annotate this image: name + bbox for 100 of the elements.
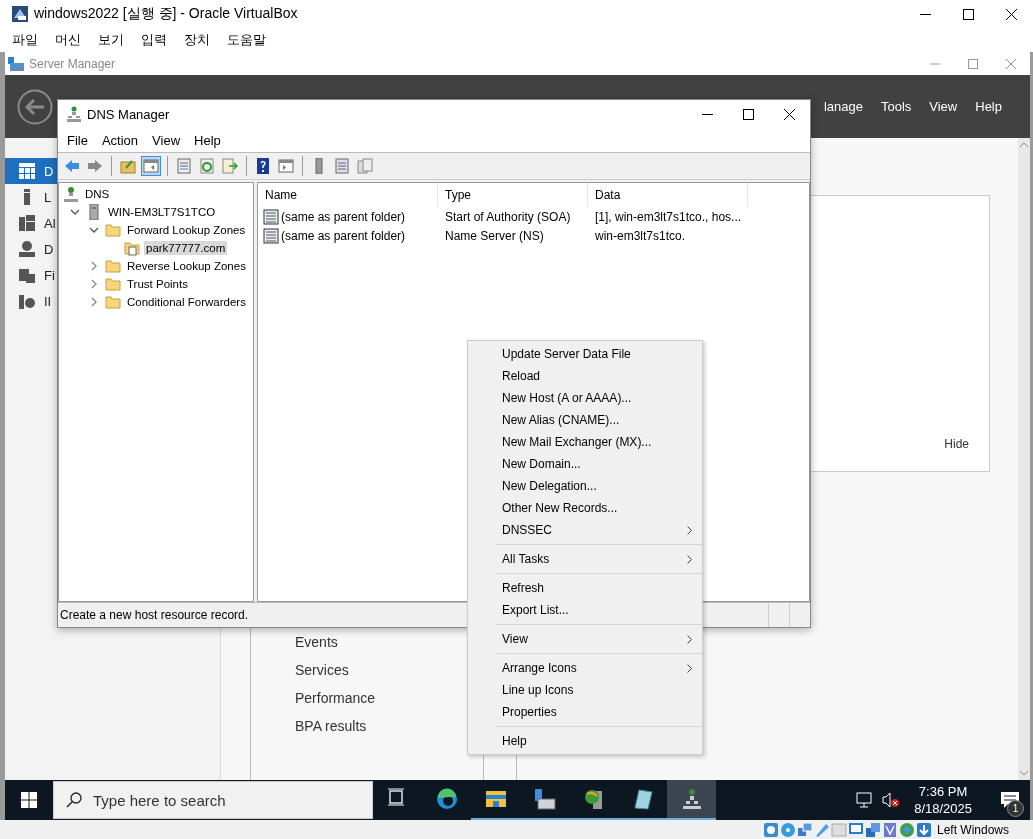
menu-item[interactable]: 입력 xyxy=(141,31,167,49)
menu-item[interactable]: View xyxy=(152,132,181,148)
nav-item[interactable]: D xyxy=(5,236,57,262)
table-cell-text: Name Server (NS) xyxy=(444,228,545,243)
menu-item[interactable]: Help xyxy=(194,132,221,148)
hide-button[interactable]: Hide xyxy=(944,437,969,451)
window-title: Server Manager xyxy=(29,56,116,71)
notification-badge: 1 xyxy=(1007,800,1024,817)
header-menu-item[interactable]: View xyxy=(929,99,958,114)
muted-speaker-icon[interactable] xyxy=(882,792,901,808)
menu-item[interactable]: Reload xyxy=(468,365,702,387)
header-menu-item[interactable]: Tools xyxy=(880,99,912,114)
menu-item[interactable]: File xyxy=(67,132,88,148)
nav-item[interactable]: D xyxy=(5,158,57,184)
menu-item[interactable]: Export List... xyxy=(468,599,702,621)
tile-link[interactable]: Services xyxy=(295,662,376,680)
nav-item[interactable]: II xyxy=(5,288,57,314)
globe-server-icon xyxy=(582,788,605,810)
scrollbar[interactable] xyxy=(1018,138,1030,780)
tile-link[interactable]: Events xyxy=(295,634,376,652)
menu-item[interactable]: 머신 xyxy=(55,31,81,49)
taskbar-button[interactable] xyxy=(667,780,716,820)
nav-item[interactable]: Al xyxy=(5,210,57,236)
column-header[interactable]: Data xyxy=(588,183,748,207)
folder-icon xyxy=(484,788,507,810)
menu-item[interactable]: DNSSEC xyxy=(468,519,702,541)
search-icon xyxy=(66,792,82,808)
menu-item[interactable]: New Alias (CNAME)... xyxy=(468,409,702,431)
tree-item[interactable]: Conditional Forwarders xyxy=(125,295,248,309)
maximize-button[interactable] xyxy=(963,8,974,20)
folder-icon xyxy=(105,276,121,292)
tree-item[interactable]: DNS xyxy=(83,187,112,201)
windows-stack-icon[interactable] xyxy=(864,821,881,838)
folder-icon xyxy=(105,294,121,310)
menu-item[interactable]: Line up Icons xyxy=(468,679,702,701)
header-menu-item[interactable]: lanage xyxy=(823,99,863,114)
table-cell-text: Start of Authority (SOA) xyxy=(444,209,572,224)
header-menu-item[interactable]: Help xyxy=(975,99,1002,114)
menu-item[interactable]: Other New Records... xyxy=(468,497,702,519)
chevron-down-icon[interactable] xyxy=(89,227,99,233)
menu-item[interactable]: New Host (A or AAAA)... xyxy=(468,387,702,409)
menu-item[interactable]: 장치 xyxy=(184,31,210,49)
tile-link[interactable]: Performance xyxy=(295,690,376,708)
back-button[interactable] xyxy=(17,88,53,125)
nav-item[interactable]: Fi xyxy=(5,262,57,288)
maximize-button[interactable] xyxy=(743,108,754,120)
chevron-right-icon[interactable] xyxy=(91,297,97,307)
menu-item[interactable]: Action xyxy=(101,132,139,148)
nav-item[interactable]: L xyxy=(5,184,57,210)
tree-item[interactable]: Reverse Lookup Zones xyxy=(125,259,248,273)
clock-date[interactable]: 8/18/2025 xyxy=(914,800,972,817)
all-icon xyxy=(19,215,35,231)
recording-icon[interactable] xyxy=(881,821,898,838)
menu-item[interactable]: Arrange Icons xyxy=(468,657,702,679)
dns-icon xyxy=(19,241,35,257)
tree-item[interactable]: park77777.com xyxy=(144,241,228,255)
optical-disc-icon[interactable] xyxy=(779,821,796,838)
network-tree-icon xyxy=(67,106,81,122)
menu-item[interactable]: Update Server Data File xyxy=(468,343,702,365)
tree-item[interactable]: Trust Points xyxy=(125,277,190,291)
browser-icon xyxy=(435,788,458,810)
keyboard-capture-icon[interactable] xyxy=(915,821,932,838)
menu-item[interactable]: 파일 xyxy=(12,31,38,49)
network-tree-icon xyxy=(680,788,703,810)
forward-arrow-icon xyxy=(87,158,103,174)
close-button[interactable] xyxy=(784,108,795,120)
scroll-down-icon xyxy=(1020,771,1028,776)
menu-item[interactable]: New Mail Exchanger (MX)... xyxy=(468,431,702,453)
search-field[interactable]: Type here to search xyxy=(53,781,373,819)
close-button[interactable] xyxy=(1006,8,1017,20)
tree-item[interactable]: Forward Lookup Zones xyxy=(125,223,248,237)
column-header[interactable]: Name xyxy=(258,183,438,207)
chevron-right-icon[interactable] xyxy=(91,261,97,271)
network-icon[interactable] xyxy=(856,792,875,808)
menu-item[interactable]: New Delegation... xyxy=(468,475,702,497)
menu-item[interactable]: Refresh xyxy=(468,577,702,599)
clock-time[interactable]: 7:36 PM xyxy=(918,783,968,800)
network-adapter-icon[interactable] xyxy=(796,821,813,838)
folder-icon xyxy=(105,222,121,238)
chevron-right-icon[interactable] xyxy=(91,279,97,289)
menu-item[interactable]: 보기 xyxy=(98,31,124,49)
properties-icon xyxy=(176,158,192,174)
export-list-icon xyxy=(222,158,238,174)
tree-item[interactable]: WIN-EM3LT7S1TCO xyxy=(106,205,218,219)
notepad-icon xyxy=(631,788,654,810)
chevron-down-icon[interactable] xyxy=(70,209,80,215)
menu-item[interactable]: All Tasks xyxy=(468,548,702,570)
column-header[interactable]: Type xyxy=(438,183,588,207)
tile-link[interactable]: BPA results xyxy=(295,718,376,736)
table-cell: (same as parent folder) xyxy=(281,209,406,224)
menu-item[interactable]: Properties xyxy=(468,701,702,723)
cpu-icon[interactable] xyxy=(898,821,915,838)
refresh-icon xyxy=(199,158,215,174)
menu-item[interactable]: New Domain... xyxy=(468,453,702,475)
status-text: Create a new host resource record. xyxy=(60,608,249,622)
menu-item[interactable]: 도움말 xyxy=(227,31,266,49)
menu-item[interactable]: Help xyxy=(468,730,702,752)
menu-item[interactable]: View xyxy=(468,628,702,650)
iis-icon xyxy=(19,293,35,309)
help-icon xyxy=(255,158,271,174)
